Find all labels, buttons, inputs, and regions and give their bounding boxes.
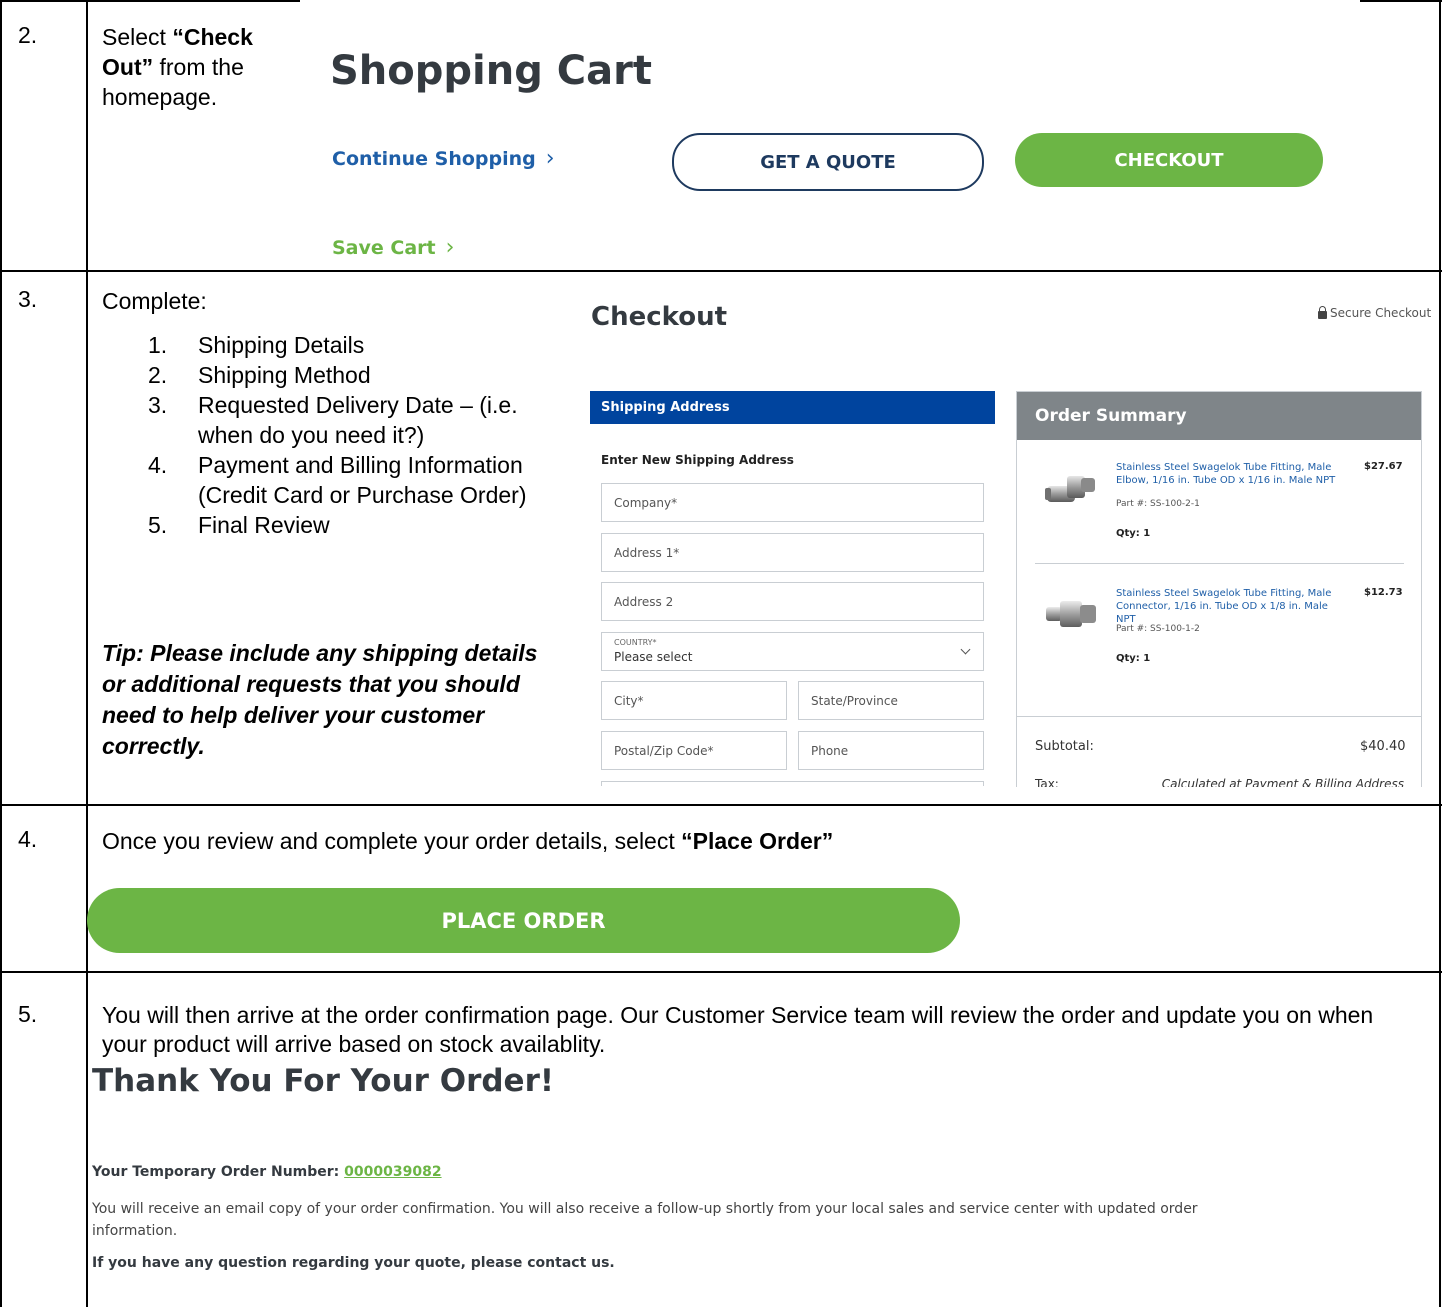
question-note: If you have any question regarding your … (92, 1255, 615, 1271)
column-divider-lower (86, 805, 88, 1307)
enter-new-address-label: Enter New Shipping Address (601, 453, 794, 467)
product-price: $12.73 (1364, 587, 1403, 598)
subtotal-value: $40.40 (1360, 739, 1406, 754)
row-divider-2 (0, 804, 1442, 806)
product-part-number: Part #: SS-100-1-2 (1116, 624, 1200, 634)
continue-shopping-link[interactable]: Continue Shopping › (332, 146, 555, 171)
tax-row-clip: Tax: Calculated at Payment & Billing Add… (1035, 777, 1404, 787)
table-border-top (0, 0, 300, 2)
table-border-right (1439, 0, 1441, 1307)
phone-input[interactable]: Phone (798, 731, 984, 770)
city-input[interactable]: City* (601, 681, 787, 720)
email-confirmation-note: You will receive an email copy of your o… (92, 1201, 1198, 1239)
postal-input[interactable]: Postal/Zip Code* (601, 731, 787, 770)
get-a-quote-button[interactable]: GET A QUOTE (672, 133, 984, 191)
list-item: 1. Shipping Details (148, 332, 365, 358)
step-number-3: 3. (18, 286, 38, 312)
save-cart-link[interactable]: Save Cart › (332, 235, 454, 260)
list-item: 3. Requested Delivery Date – (i.e. when d… (148, 392, 518, 448)
step3-list: 1. Shipping Details 2. Shipping Method 3. R… (148, 330, 528, 540)
row-divider-3 (0, 971, 1442, 973)
product-price: $27.67 (1364, 461, 1403, 472)
temporary-order-line: Your Temporary Order Number: 0000039082 (92, 1164, 442, 1180)
shipping-address-header: Shipping Address (590, 391, 995, 424)
shipping-tip: Tip: Please include any shipping details… (102, 640, 538, 759)
step-number-5: 5. (18, 1001, 38, 1027)
secure-checkout-label: Secure Checkout (1318, 305, 1431, 320)
checkout-title: Checkout (591, 302, 728, 332)
place-order-button[interactable]: PLACE ORDER (87, 888, 960, 953)
table-border-top-right (1360, 0, 1442, 2)
row-divider-1 (0, 270, 1442, 272)
product-qty: Qty: 1 (1116, 653, 1151, 664)
step5-instruction: You will then arrive at the order confir… (102, 1002, 1374, 1057)
list-item: 4. Payment and Billing Information (Credi… (148, 452, 527, 508)
order-summary-header: Order Summary (1017, 392, 1421, 440)
product-part-number: Part #: SS-100-2-1 (1116, 499, 1200, 509)
company-input[interactable]: Company* (601, 483, 984, 522)
step-number-4: 4. (18, 826, 38, 852)
step2-instruction: Select “Check Out” from the homepage. (102, 24, 253, 110)
next-input-edge (601, 781, 984, 786)
product-name-link[interactable]: Stainless Steel Swagelok Tube Fitting, M… (1116, 461, 1346, 487)
list-item: 5. Final Review (148, 512, 330, 538)
step4-instruction: Once you review and complete your order … (102, 828, 834, 854)
country-select[interactable]: COUNTRY* Please select (601, 632, 984, 671)
order-number-link[interactable]: 0000039082 (344, 1164, 441, 1180)
chevron-right-icon: › (545, 146, 555, 171)
address2-input[interactable]: Address 2 (601, 582, 984, 621)
subtotal-label: Subtotal: (1035, 739, 1094, 754)
table-border-left (0, 0, 2, 1307)
thank-you-title: Thank You For Your Order! (92, 1063, 555, 1099)
cart-title: Shopping Cart (330, 48, 652, 94)
chevron-right-icon: › (445, 235, 455, 260)
list-item: 2. Shipping Method (148, 362, 371, 388)
column-divider-upper (86, 0, 88, 805)
elbow-fitting-icon (1045, 476, 1095, 502)
step3-intro: Complete: (102, 288, 207, 314)
product-separator (1035, 563, 1404, 564)
step-number-2: 2. (18, 22, 38, 48)
connector-fitting-icon (1046, 601, 1096, 627)
product-qty: Qty: 1 (1116, 528, 1151, 539)
summary-divider (1016, 716, 1422, 717)
lock-icon (1318, 305, 1327, 319)
checkout-button[interactable]: CHECKOUT (1015, 133, 1323, 187)
state-input[interactable]: State/Province (798, 681, 984, 720)
address1-input[interactable]: Address 1* (601, 533, 984, 572)
product-name-link[interactable]: Stainless Steel Swagelok Tube Fitting, M… (1116, 587, 1346, 626)
